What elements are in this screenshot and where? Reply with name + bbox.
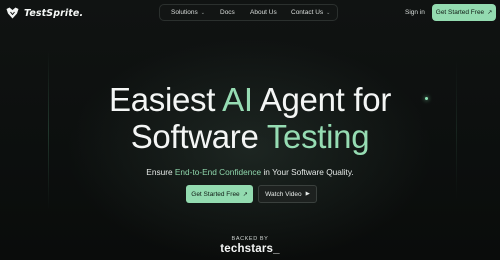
chevron-down-icon: ⌄ bbox=[326, 9, 331, 16]
nav-item-about-us[interactable]: About Us bbox=[250, 9, 277, 16]
hero-title-line-2: Software Testing bbox=[0, 119, 500, 155]
button-label: Watch Video bbox=[265, 190, 302, 198]
nav-item-docs[interactable]: Docs bbox=[220, 9, 235, 16]
main-nav: Solutions ⌄ Docs About Us Contact Us ⌄ bbox=[159, 4, 338, 21]
title-text: Agent for bbox=[252, 81, 392, 118]
brand-name: TestSprite. bbox=[24, 7, 84, 19]
arrow-up-right-icon: ↗ bbox=[487, 10, 493, 16]
nav-item-label: About Us bbox=[250, 9, 277, 16]
nav-item-contact-us[interactable]: Contact Us ⌄ bbox=[291, 9, 330, 16]
nav-item-solutions[interactable]: Solutions ⌄ bbox=[171, 9, 205, 16]
techstars-logo: techstars_ bbox=[220, 243, 280, 255]
chevron-down-icon: ⌄ bbox=[200, 9, 205, 16]
button-label: Get Started Free bbox=[191, 190, 240, 198]
nav-item-label: Contact Us bbox=[291, 9, 324, 16]
backed-by-label: BACKED BY bbox=[231, 236, 269, 242]
sprite-logo-icon bbox=[6, 7, 19, 19]
title-text: Software bbox=[130, 118, 267, 155]
play-icon: ▶ bbox=[305, 191, 310, 197]
hero-subtitle: Ensure End-to-End Confidence in Your Sof… bbox=[0, 167, 500, 177]
nav-item-label: Docs bbox=[220, 9, 235, 16]
sign-in-link[interactable]: Sign in bbox=[405, 9, 425, 16]
subtitle-text: in Your Software Quality. bbox=[261, 167, 354, 177]
title-accent: AI bbox=[222, 81, 253, 118]
title-text: Easiest bbox=[108, 81, 223, 118]
subtitle-text: Ensure bbox=[146, 167, 175, 177]
hero-title-line-1: Easiest AI Agent for bbox=[0, 82, 500, 118]
get-started-button[interactable]: Get Started Free ↗ bbox=[186, 185, 253, 203]
nav-item-label: Solutions bbox=[171, 9, 198, 16]
subtitle-accent: End-to-End Confidence bbox=[174, 167, 262, 177]
watch-video-button[interactable]: Watch Video ▶ bbox=[258, 185, 317, 203]
brand-logo[interactable]: TestSprite. bbox=[6, 7, 83, 19]
button-label: Get Started Free bbox=[435, 9, 485, 16]
get-started-header-button[interactable]: Get Started Free ↗ bbox=[432, 4, 496, 21]
arrow-up-right-icon: ↗ bbox=[242, 191, 248, 198]
title-accent: Testing bbox=[266, 118, 370, 155]
